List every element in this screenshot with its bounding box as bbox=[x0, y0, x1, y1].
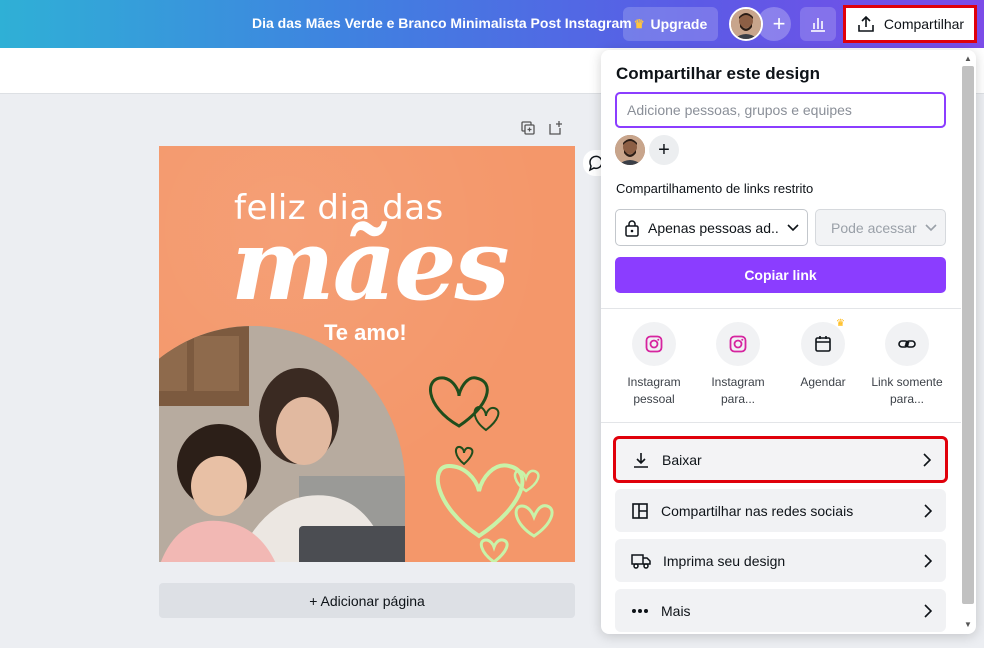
access-level-select[interactable]: Apenas pessoas ad... bbox=[615, 209, 808, 246]
member-avatar[interactable] bbox=[615, 135, 645, 165]
chevron-down-icon bbox=[787, 223, 799, 231]
social-layout-icon bbox=[632, 502, 648, 519]
instagram-icon bbox=[632, 322, 676, 366]
avatar-image bbox=[731, 9, 761, 39]
plus-icon: + bbox=[772, 11, 786, 36]
crown-icon: ♛ bbox=[633, 17, 645, 31]
share-option-label: Link somente para... bbox=[871, 375, 943, 406]
download-icon bbox=[634, 452, 648, 468]
add-member-button[interactable]: + bbox=[649, 135, 679, 165]
chevron-right-icon bbox=[924, 503, 932, 518]
link-icon bbox=[885, 322, 929, 366]
calendar-icon: ♛ bbox=[801, 318, 845, 366]
lock-icon bbox=[625, 219, 639, 237]
divider bbox=[601, 422, 961, 423]
more-label: Mais bbox=[661, 602, 691, 619]
scroll-up-arrow[interactable]: ▲ bbox=[964, 54, 972, 63]
hearts-decoration bbox=[429, 376, 554, 562]
upgrade-button[interactable]: ♛ Upgrade bbox=[623, 7, 718, 41]
chevron-right-icon bbox=[924, 553, 932, 568]
scrollbar-thumb[interactable] bbox=[962, 66, 974, 604]
design-page[interactable]: feliz dia das mães Te amo! bbox=[159, 146, 575, 562]
page-tools bbox=[520, 120, 564, 136]
permission-value: Pode acessar bbox=[831, 219, 917, 236]
share-social-label: Compartilhar nas redes sociais bbox=[661, 502, 854, 519]
truck-icon bbox=[631, 553, 651, 569]
print-design-label: Imprima seu design bbox=[663, 552, 786, 569]
instagram-icon bbox=[716, 322, 760, 366]
add-people-input[interactable] bbox=[615, 92, 946, 128]
plus-icon: + bbox=[658, 138, 670, 161]
chevron-right-icon bbox=[923, 452, 931, 467]
copy-link-button[interactable]: Copiar link bbox=[615, 257, 946, 293]
chevron-right-icon bbox=[924, 603, 932, 618]
add-page-button[interactable]: + Adicionar página bbox=[159, 583, 575, 618]
share-option-instagram-pessoal[interactable]: Instagram pessoal bbox=[612, 322, 696, 408]
share-option-label: Instagram pessoal bbox=[627, 375, 681, 406]
share-option-label: Instagram para... bbox=[711, 375, 765, 406]
crown-icon: ♛ bbox=[836, 318, 845, 329]
share-panel-title: Compartilhar este design bbox=[616, 64, 821, 83]
bar-chart-icon bbox=[811, 18, 825, 32]
add-page-icon[interactable] bbox=[548, 120, 564, 136]
print-design-button[interactable]: Imprima seu design bbox=[615, 539, 946, 582]
avatar-image bbox=[615, 135, 645, 165]
upgrade-label: Upgrade bbox=[650, 16, 708, 32]
design-text-te-amo[interactable]: Te amo! bbox=[324, 320, 407, 346]
upload-icon bbox=[858, 15, 874, 32]
share-panel: Compartilhar este design + Compartilhame… bbox=[601, 50, 976, 634]
link-sharing-label: Compartilhamento de links restrito bbox=[616, 181, 814, 196]
chevron-down-icon bbox=[925, 223, 937, 231]
share-button[interactable]: Compartilhar bbox=[843, 5, 977, 43]
access-level-value: Apenas pessoas ad... bbox=[648, 219, 779, 236]
insights-button[interactable] bbox=[800, 7, 836, 41]
share-option-instagram-para[interactable]: Instagram para... bbox=[696, 322, 780, 408]
download-button[interactable]: Baixar bbox=[613, 436, 948, 483]
divider bbox=[601, 308, 961, 309]
top-bar: Dia das Mães Verde e Branco Minimalista … bbox=[0, 0, 984, 48]
duplicate-page-icon[interactable] bbox=[520, 120, 536, 136]
permission-select: Pode acessar bbox=[815, 209, 946, 246]
share-social-button[interactable]: Compartilhar nas redes sociais bbox=[615, 489, 946, 532]
scroll-down-arrow[interactable]: ▼ bbox=[964, 620, 972, 629]
document-title[interactable]: Dia das Mães Verde e Branco Minimalista … bbox=[252, 15, 632, 31]
download-label: Baixar bbox=[662, 451, 702, 468]
share-option-label: Agendar bbox=[800, 375, 846, 389]
share-label: Compartilhar bbox=[883, 16, 965, 32]
share-option-agendar[interactable]: ♛ Agendar bbox=[781, 318, 865, 391]
design-text-maes[interactable]: mães bbox=[231, 208, 510, 323]
more-icon bbox=[632, 608, 648, 613]
share-option-link-somente[interactable]: Link somente para... bbox=[865, 322, 949, 408]
more-button[interactable]: Mais bbox=[615, 589, 946, 632]
user-avatar[interactable] bbox=[729, 7, 763, 41]
